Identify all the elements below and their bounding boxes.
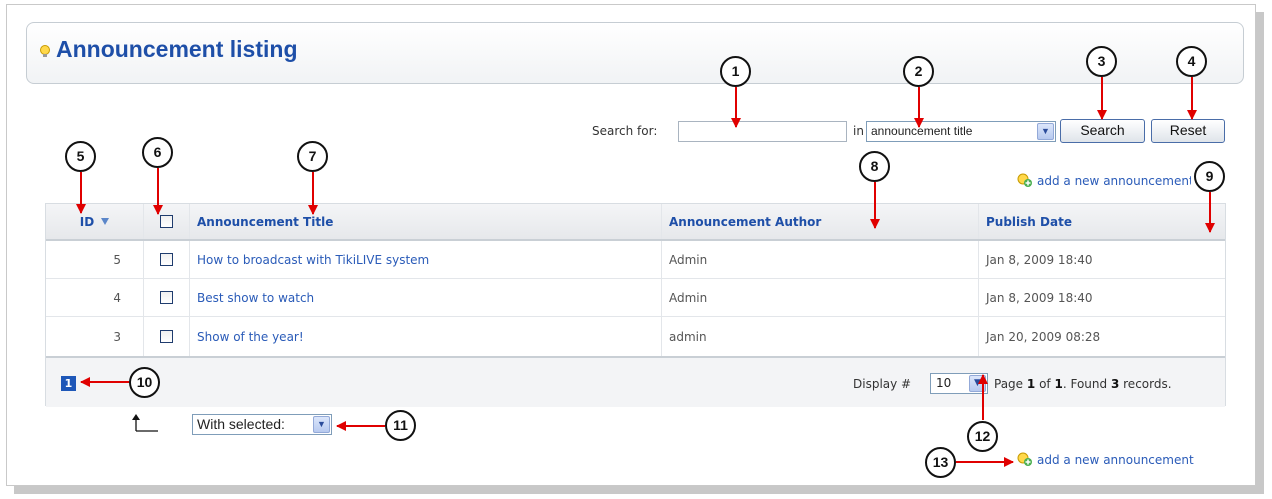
chevron-down-icon[interactable]: ▼	[313, 416, 330, 433]
callout-5: 5	[65, 141, 96, 172]
add-announcement-label-top: add a new announcement	[1037, 174, 1191, 188]
row-checkbox[interactable]	[160, 253, 173, 266]
page-info: Page 1 of 1. Found 3 records.	[994, 377, 1172, 391]
lightbulb-icon	[40, 45, 50, 57]
callout-3: 3	[1086, 46, 1117, 77]
search-in-label: in	[853, 124, 864, 138]
search-label: Search for:	[592, 124, 658, 138]
table-header-row: ID Announcement Title Announcement Autho…	[46, 204, 1225, 241]
callout-4: 4	[1176, 46, 1207, 77]
sort-down-icon[interactable]	[101, 218, 110, 225]
row-author: admin	[662, 317, 979, 356]
row-title-link[interactable]: How to broadcast with TikiLIVE system	[190, 241, 662, 278]
table-footer: 1 Display # 10 ▼ Page 1 of 1. Found 3 re…	[46, 356, 1225, 407]
table-row: 4 Best show to watch Admin Jan 8, 2009 1…	[46, 279, 1225, 317]
display-count-select[interactable]: 10 ▼	[930, 373, 988, 394]
column-header-date[interactable]: Publish Date	[979, 204, 1227, 239]
callout-13: 13	[925, 447, 956, 478]
column-header-title[interactable]: Announcement Title	[190, 204, 662, 239]
row-date: Jan 20, 2009 08:28	[986, 329, 1101, 344]
column-header-author[interactable]: Announcement Author	[662, 204, 979, 239]
callout-6: 6	[142, 137, 173, 168]
row-checkbox-cell	[144, 241, 190, 278]
callout-8: 8	[859, 151, 890, 182]
row-date: Jan 8, 2009 18:40	[986, 252, 1093, 267]
column-header-select-all	[144, 204, 190, 239]
add-announcement-label-bottom: add a new announcement	[1037, 453, 1194, 467]
row-id: 4	[46, 279, 144, 316]
reset-button[interactable]: Reset	[1151, 119, 1225, 143]
row-author: Admin	[662, 279, 979, 316]
chevron-down-icon[interactable]: ▼	[969, 375, 986, 392]
add-announcement-icon	[1017, 173, 1032, 187]
table-row: 5 How to broadcast with TikiLIVE system …	[46, 241, 1225, 279]
display-count-label: Display #	[853, 377, 912, 391]
search-input[interactable]	[678, 121, 847, 142]
add-announcement-icon	[1017, 452, 1032, 466]
row-checkbox[interactable]	[160, 330, 173, 343]
row-id: 5	[46, 241, 144, 278]
column-header-id[interactable]: ID	[46, 204, 144, 239]
announcement-table: ID Announcement Title Announcement Autho…	[45, 203, 1226, 407]
with-selected-value: With selected:	[197, 416, 285, 432]
page-title: Announcement listing	[56, 36, 298, 62]
row-checkbox[interactable]	[160, 291, 173, 304]
add-announcement-link-top[interactable]: add a new announcement	[1015, 173, 1191, 191]
select-all-checkbox[interactable]	[160, 215, 173, 228]
add-announcement-link-bottom[interactable]: add a new announcement	[1015, 452, 1194, 467]
column-header-id-label: ID	[79, 214, 95, 229]
callout-11: 11	[385, 410, 416, 441]
row-checkbox-cell	[144, 279, 190, 316]
display-count-value: 10	[936, 376, 952, 390]
search-field-value: announcement title	[871, 124, 973, 138]
row-title-link[interactable]: Best show to watch	[190, 279, 662, 316]
callout-2: 2	[903, 56, 934, 87]
chevron-down-icon[interactable]: ▼	[1037, 123, 1054, 140]
row-id: 3	[46, 317, 144, 356]
callout-12: 12	[967, 421, 998, 452]
row-title-link[interactable]: Show of the year!	[190, 317, 662, 356]
callout-1: 1	[720, 56, 751, 87]
with-selected-select[interactable]: With selected: ▼	[192, 414, 332, 435]
table-row: 3 Show of the year! admin Jan 20, 2009 0…	[46, 317, 1225, 356]
callout-10: 10	[129, 367, 160, 398]
search-field-select[interactable]: announcement title ▼	[866, 121, 1056, 142]
return-arrow-icon	[132, 414, 158, 432]
row-checkbox-cell	[144, 317, 190, 356]
row-date: Jan 8, 2009 18:40	[986, 290, 1093, 305]
pager-page-1[interactable]: 1	[61, 376, 76, 391]
callout-7: 7	[297, 141, 328, 172]
search-button[interactable]: Search	[1060, 119, 1145, 143]
row-author: Admin	[662, 241, 979, 278]
callout-9: 9	[1194, 161, 1225, 192]
